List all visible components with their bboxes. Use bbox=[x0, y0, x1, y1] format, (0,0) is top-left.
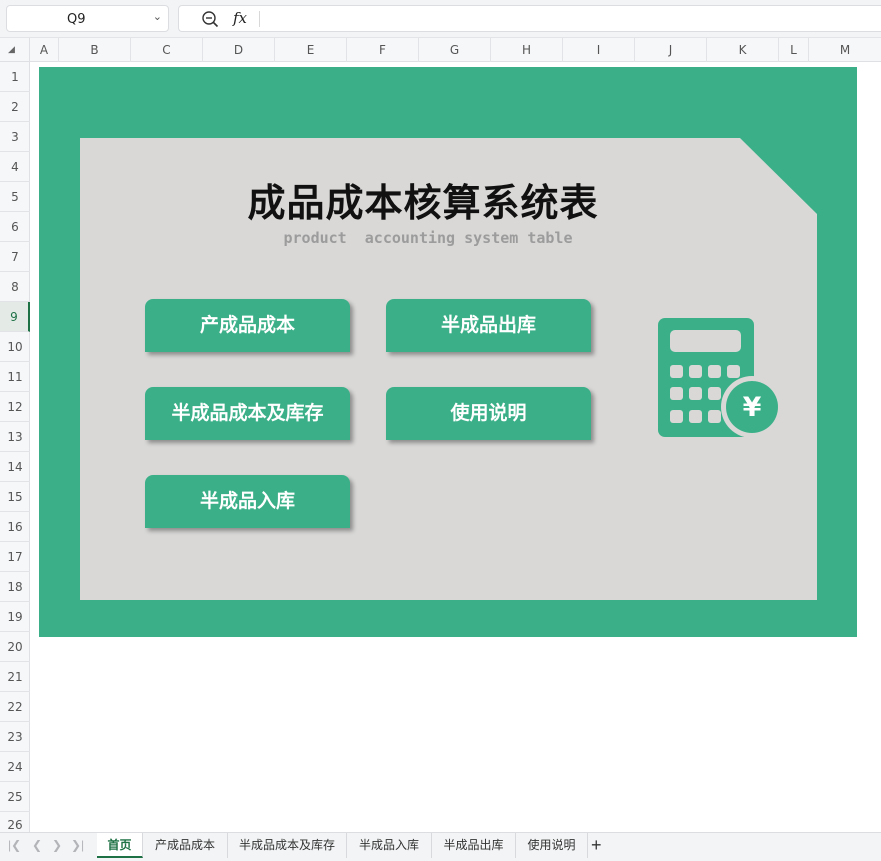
finished-product-cost-button[interactable]: 产成品成本 bbox=[145, 299, 350, 352]
chevron-down-icon[interactable]: ⌄ bbox=[153, 10, 162, 23]
column-header-k[interactable]: K bbox=[707, 38, 779, 62]
sheet-tab-home[interactable]: 首页 bbox=[97, 833, 143, 858]
semi-product-outbound-button[interactable]: 半成品出库 bbox=[386, 299, 591, 352]
row-header-16[interactable]: 16 bbox=[0, 512, 30, 542]
row-header-26[interactable]: 26 bbox=[0, 812, 30, 832]
column-header-a[interactable]: A bbox=[30, 38, 59, 62]
select-all-corner[interactable]: ◢ bbox=[0, 38, 30, 62]
dashboard-title: 成品成本核算系统表 bbox=[247, 181, 599, 225]
row-header-21[interactable]: 21 bbox=[0, 662, 30, 692]
row-header-20[interactable]: 20 bbox=[0, 632, 30, 662]
row-header-25[interactable]: 25 bbox=[0, 782, 30, 812]
next-sheet-icon[interactable]: ❯ bbox=[52, 838, 62, 852]
row-header-11[interactable]: 11 bbox=[0, 362, 30, 392]
column-header-e[interactable]: E bbox=[275, 38, 347, 62]
row-header-22[interactable]: 22 bbox=[0, 692, 30, 722]
column-header-c[interactable]: C bbox=[131, 38, 203, 62]
semi-product-inbound-button[interactable]: 半成品入库 bbox=[145, 475, 350, 528]
row-header-8[interactable]: 8 bbox=[0, 272, 30, 302]
row-header-18[interactable]: 18 bbox=[0, 572, 30, 602]
last-sheet-icon[interactable]: ❯| bbox=[71, 838, 84, 852]
row-header-24[interactable]: 24 bbox=[0, 752, 30, 782]
sheet-tab-semi-product-outbound[interactable]: 半成品出库 bbox=[432, 833, 516, 858]
column-header-d[interactable]: D bbox=[203, 38, 275, 62]
select-all-icon: ◢ bbox=[8, 44, 15, 54]
row-header-12[interactable]: 12 bbox=[0, 392, 30, 422]
column-header-b[interactable]: B bbox=[59, 38, 131, 62]
row-header-23[interactable]: 23 bbox=[0, 722, 30, 752]
row-header-2[interactable]: 2 bbox=[0, 92, 30, 122]
name-box[interactable]: Q9 ⌄ bbox=[6, 5, 169, 32]
row-header-14[interactable]: 14 bbox=[0, 452, 30, 482]
semi-product-cost-inventory-button[interactable]: 半成品成本及库存 bbox=[145, 387, 350, 440]
sheet-tab-semi-product-inbound[interactable]: 半成品入库 bbox=[347, 833, 432, 858]
column-header: ◢ A B C D E F G H I J K L M bbox=[0, 38, 881, 62]
column-header-j[interactable]: J bbox=[635, 38, 707, 62]
cell-reference: Q9 bbox=[67, 12, 86, 27]
row-header-13[interactable]: 13 bbox=[0, 422, 30, 452]
instructions-button[interactable]: 使用说明 bbox=[386, 387, 591, 440]
sheet-tab-instructions[interactable]: 使用说明 bbox=[516, 833, 588, 858]
first-sheet-icon[interactable]: |❮ bbox=[8, 838, 21, 852]
formula-input[interactable]: fx bbox=[178, 5, 881, 32]
calculator-yen-icon: ¥ bbox=[658, 318, 783, 438]
column-header-l[interactable]: L bbox=[779, 38, 809, 62]
column-header-m[interactable]: M bbox=[809, 38, 881, 62]
yen-symbol: ¥ bbox=[743, 392, 762, 423]
row-header-10[interactable]: 10 bbox=[0, 332, 30, 362]
column-header-g[interactable]: G bbox=[419, 38, 491, 62]
divider bbox=[259, 11, 260, 27]
column-header-i[interactable]: I bbox=[563, 38, 635, 62]
sheet-tab-semi-product-cost-inventory[interactable]: 半成品成本及库存 bbox=[228, 833, 347, 858]
formula-bar: Q9 ⌄ fx bbox=[0, 0, 881, 38]
row-header-15[interactable]: 15 bbox=[0, 482, 30, 512]
previous-sheet-icon[interactable]: ❮ bbox=[32, 838, 42, 852]
dashboard-subtitle: product accounting system table bbox=[283, 229, 573, 247]
column-header-f[interactable]: F bbox=[347, 38, 419, 62]
row-header-3[interactable]: 3 bbox=[0, 122, 30, 152]
row-header-19[interactable]: 19 bbox=[0, 602, 30, 632]
column-header-h[interactable]: H bbox=[491, 38, 563, 62]
zoom-out-icon[interactable] bbox=[201, 10, 219, 28]
row-header-1[interactable]: 1 bbox=[0, 62, 30, 92]
function-icon[interactable]: fx bbox=[233, 9, 247, 27]
row-header-17[interactable]: 17 bbox=[0, 542, 30, 572]
row-header-9[interactable]: 9 bbox=[0, 302, 30, 332]
sheet-tab-finished-product-cost[interactable]: 产成品成本 bbox=[143, 833, 228, 858]
add-sheet-icon[interactable]: + bbox=[591, 834, 602, 856]
sheet-tab-bar: |❮ ❮ ❯ ❯| 首页 产成品成本 半成品成本及库存 半成品入库 半成品出库 … bbox=[0, 832, 881, 861]
